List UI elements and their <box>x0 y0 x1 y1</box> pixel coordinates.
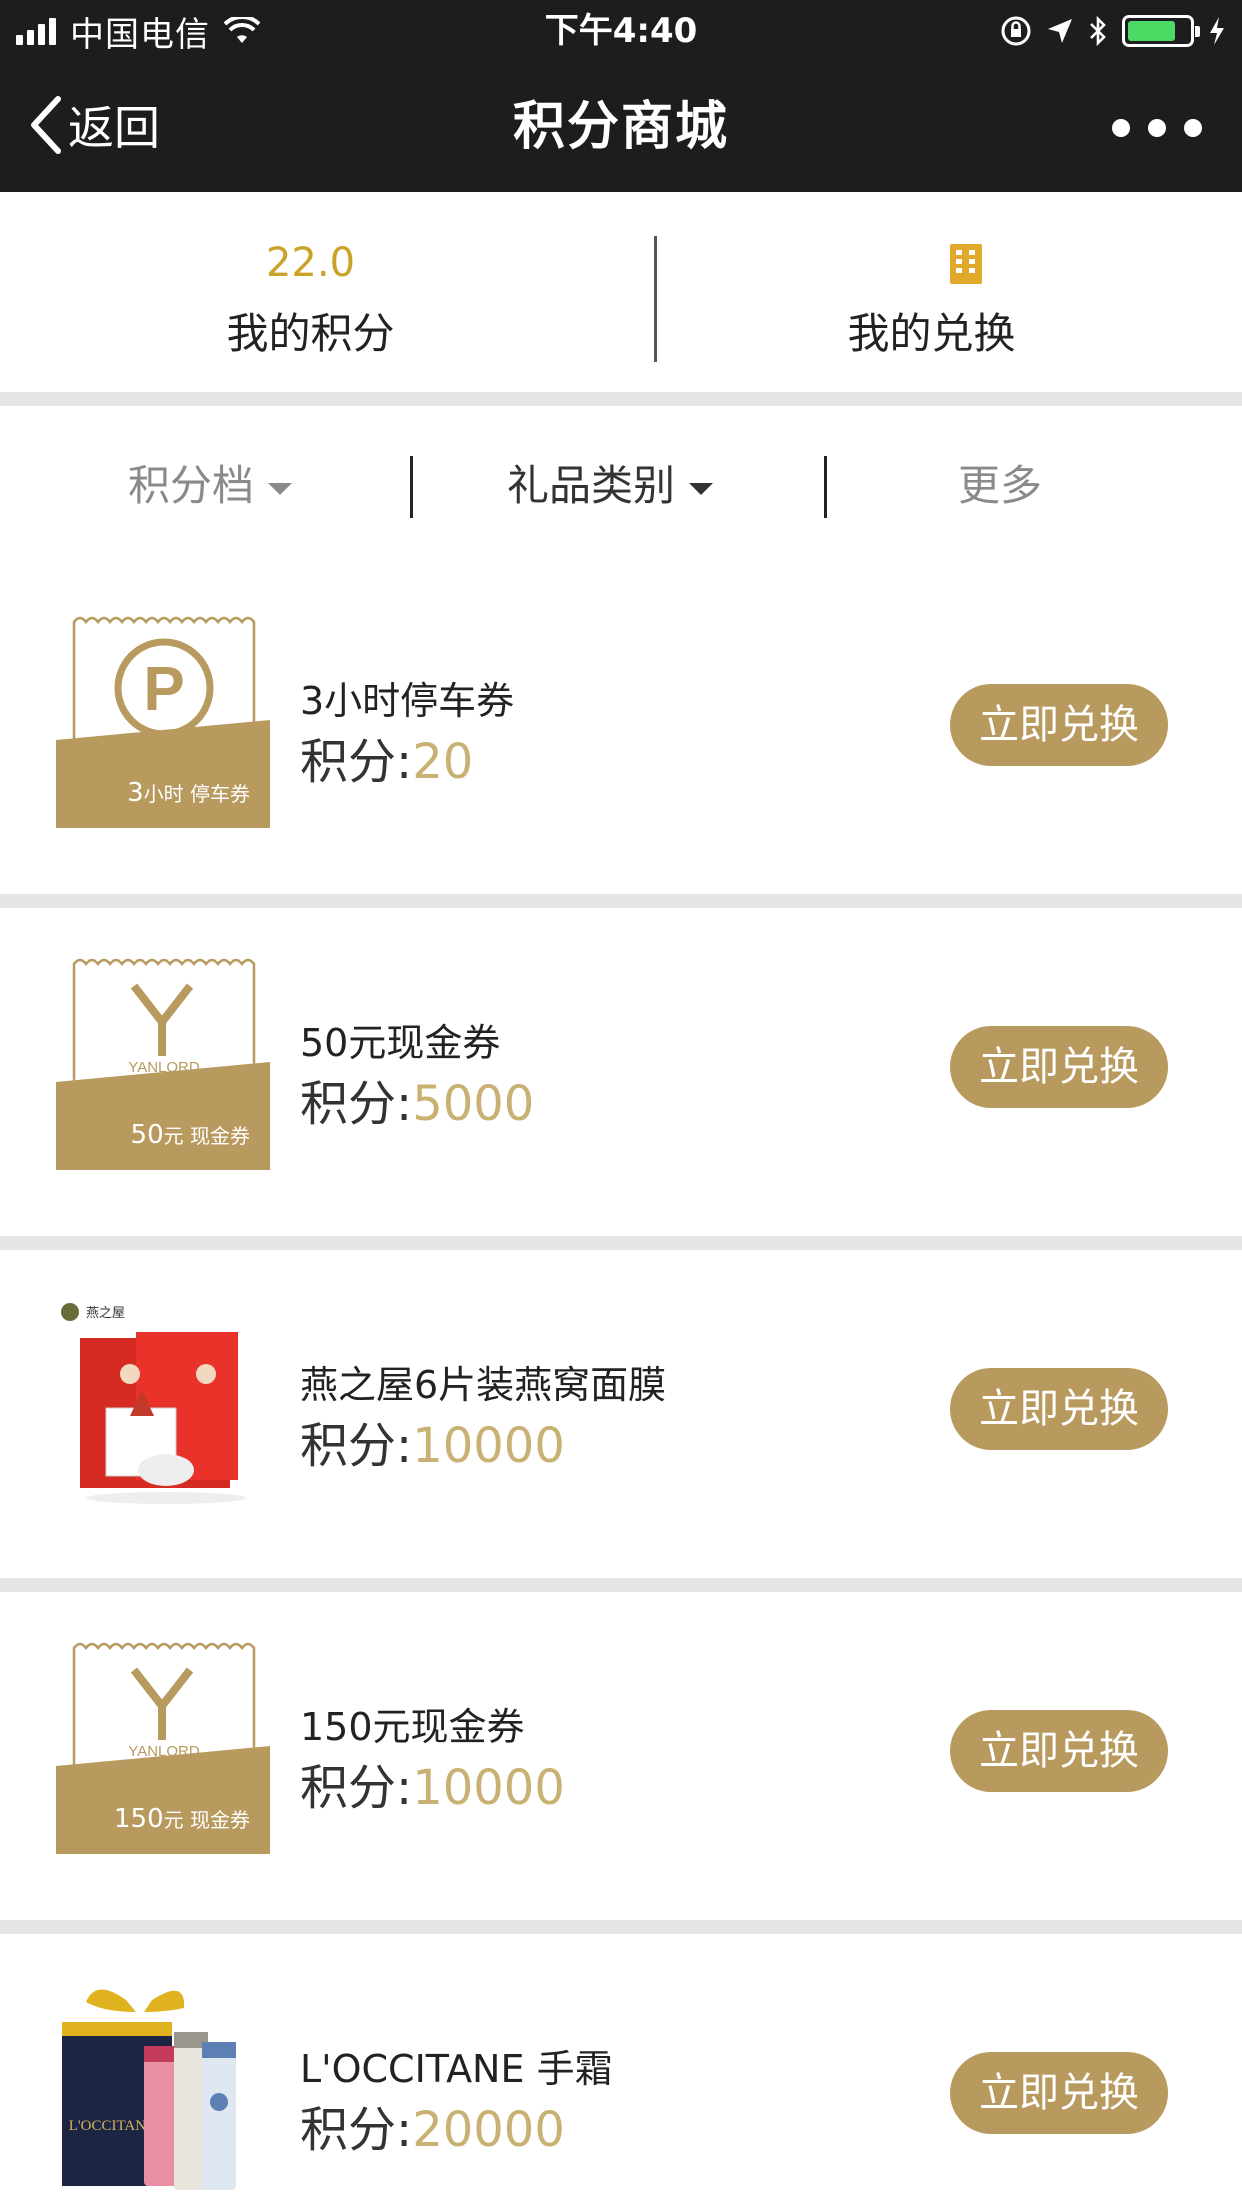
my-exchange-section[interactable]: 我的兑换 <box>621 192 1242 392</box>
list-item[interactable]: L'OCCITANE L'OCCITANE 手霜 积分:20000 立即兑换 <box>0 1934 1242 2208</box>
more-filter-label: 更多 <box>957 461 1042 510</box>
item-name: L'OCCITANE 手霜 <box>300 2047 613 2091</box>
yanlord-logo-text: YANLORD <box>128 1059 200 1076</box>
more-options-button[interactable] <box>1112 110 1202 146</box>
points-number: 20 <box>412 734 474 790</box>
points-number: 5000 <box>412 1076 535 1132</box>
yanlord-logo-cn: 仁恒置地 <box>146 1761 182 1773</box>
item-divider <box>0 1578 1242 1592</box>
redeem-button[interactable]: 立即兑换 <box>950 684 1168 766</box>
caret-down-icon <box>268 482 292 495</box>
item-name: 150元现金券 <box>300 1705 525 1749</box>
dot-icon <box>1148 119 1166 137</box>
page-title: 积分商城 <box>512 97 729 157</box>
list-item[interactable]: 燕之屋 燕之屋6片装燕窝面膜 积分:10000 立即兑换 <box>0 1250 1242 1578</box>
voucher-band-text: 150元 现金券 <box>114 1804 250 1834</box>
item-thumbnail: YANLORD 仁恒置地 150元 现金券 <box>56 1640 270 1854</box>
item-name: 50元现金券 <box>300 1021 501 1065</box>
yanlord-logo-cn: 仁恒置地 <box>146 1077 182 1089</box>
item-divider <box>0 1920 1242 1934</box>
item-thumbnail: P 3小时 停车券 <box>56 614 270 828</box>
redeem-button[interactable]: 立即兑换 <box>950 1368 1168 1450</box>
item-points: 积分:20 <box>300 734 474 790</box>
hand-cream-product-image: L'OCCITANE <box>62 1989 236 2190</box>
item-thumbnail: YANLORD 仁恒置地 50元 现金券 <box>56 956 270 1170</box>
gift-category-filter[interactable]: 礼品类别 <box>460 406 760 566</box>
voucher-band-text: 50元 现金券 <box>130 1120 250 1150</box>
points-number: 20000 <box>412 2102 565 2158</box>
list-item[interactable]: YANLORD 仁恒置地 50元 现金券 50元现金券 积分:5000 立即兑换 <box>0 908 1242 1236</box>
points-tier-filter[interactable]: 积分档 <box>60 406 360 566</box>
my-exchange-label: 我的兑换 <box>847 309 1016 358</box>
brand-logo-text: 燕之屋 <box>86 1306 125 1321</box>
yanlord-logo-text: YANLORD <box>128 1743 200 1760</box>
item-name: 燕之屋6片装燕窝面膜 <box>300 1363 667 1407</box>
filter-bar: 积分档 礼品类别 更多 <box>0 406 1242 566</box>
item-thumbnail: L'OCCITANE <box>56 1982 270 2196</box>
my-points-section[interactable]: 22.0 我的积分 <box>0 192 621 392</box>
svg-text:P: P <box>143 655 184 724</box>
location-arrow-icon <box>1048 19 1072 43</box>
item-points: 积分:5000 <box>300 1076 535 1132</box>
points-number: 10000 <box>412 1418 565 1474</box>
my-points-label: 我的积分 <box>226 309 395 358</box>
status-bar: 中国电信 下午4:40 <box>0 0 1242 62</box>
redeem-button[interactable]: 立即兑换 <box>950 2052 1168 2134</box>
nav-bar: 返回 积分商城 <box>0 62 1242 192</box>
filter-divider <box>410 456 413 518</box>
item-name: 3小时停车券 <box>300 679 515 723</box>
gift-category-label: 礼品类别 <box>506 461 675 510</box>
item-points: 积分:10000 <box>300 1418 565 1474</box>
list-item[interactable]: P 3小时 停车券 3小时停车券 积分:20 立即兑换 <box>0 566 1242 894</box>
building-icon <box>950 244 982 284</box>
item-points: 积分:20000 <box>300 2102 565 2158</box>
loccitane-logo-text: L'OCCITANE <box>69 2118 156 2134</box>
facial-mask-product-image: 燕之屋 <box>61 1303 246 1504</box>
status-right <box>1000 8 1226 54</box>
points-summary: 22.0 我的积分 我的兑换 <box>0 192 1242 392</box>
caret-down-icon <box>689 482 713 495</box>
battery-icon <box>1122 15 1200 47</box>
filter-divider <box>824 456 827 518</box>
orientation-lock-icon <box>1001 16 1031 46</box>
bluetooth-icon <box>1090 15 1106 47</box>
item-divider <box>0 894 1242 908</box>
more-filter[interactable]: 更多 <box>880 406 1120 566</box>
section-divider <box>0 392 1242 406</box>
dot-icon <box>1184 119 1202 137</box>
list-item[interactable]: YANLORD 仁恒置地 150元 现金券 150元现金券 积分:10000 立… <box>0 1592 1242 1920</box>
points-value: 22.0 <box>265 240 356 286</box>
voucher-band-text: 3小时 停车券 <box>127 778 250 808</box>
item-divider <box>0 1236 1242 1250</box>
points-tier-label: 积分档 <box>127 461 254 510</box>
item-thumbnail: 燕之屋 <box>56 1298 270 1512</box>
points-number: 10000 <box>412 1760 565 1816</box>
item-points: 积分:10000 <box>300 1760 565 1816</box>
charging-bolt-icon <box>1210 17 1224 45</box>
redeem-button[interactable]: 立即兑换 <box>950 1710 1168 1792</box>
redeem-button[interactable]: 立即兑换 <box>950 1026 1168 1108</box>
dot-icon <box>1112 119 1130 137</box>
